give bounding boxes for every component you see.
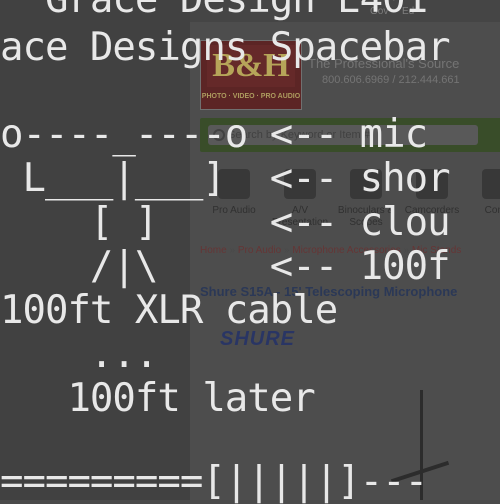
ascii-line: [ ] <-- clou xyxy=(0,200,451,245)
ascii-line: Grace Design E401 xyxy=(0,0,428,22)
ascii-line: o----_----o <-- mic xyxy=(0,112,428,157)
ascii-line: 100ft XLR cable xyxy=(0,288,338,333)
ascii-line: /|\ <-- 100f xyxy=(0,244,451,289)
ascii-line: ace Designs Spacebar xyxy=(0,25,451,70)
ascii-line: ... xyxy=(0,332,158,377)
ascii-line: =========[|||||]--- xyxy=(0,459,428,504)
ascii-line: L___|___] <-- shor xyxy=(0,156,450,201)
ascii-line: 100ft later xyxy=(0,376,315,421)
